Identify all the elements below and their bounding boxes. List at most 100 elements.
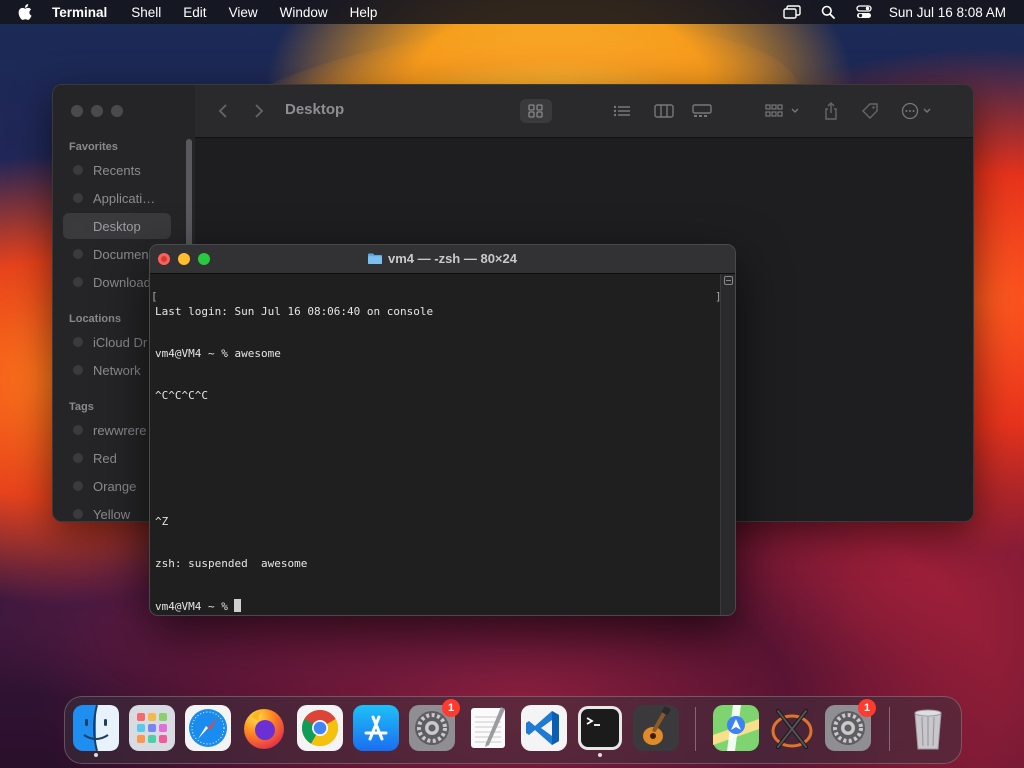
sidebar-item-label: Orange (93, 478, 137, 494)
group-by-icon[interactable] (763, 99, 803, 123)
sidebar-item-label: Download (93, 274, 151, 290)
menu-edit[interactable]: Edit (183, 5, 206, 20)
sidebar-section-tags: Tags (69, 401, 94, 413)
terminal-line: Last login: Sun Jul 16 08:06:40 on conso… (155, 305, 434, 318)
tag-dot-icon (73, 481, 83, 491)
terminal-titlebar[interactable]: vm4 — -zsh — 80×24 (150, 245, 735, 274)
back-chevron-icon[interactable] (213, 99, 233, 123)
dock-garageband[interactable] (633, 705, 679, 751)
finder-window-title: Desktop (285, 101, 345, 118)
terminal-prompt-line[interactable]: vm4@VM4 ~ % (155, 599, 720, 613)
dock-firefox[interactable] (241, 705, 287, 751)
tag-dot-icon (73, 509, 83, 519)
sidebar-item-label: Yellow (93, 506, 131, 522)
dock: 1 1 (64, 696, 962, 764)
finder-minimize-button[interactable] (91, 105, 103, 117)
finder-zoom-button[interactable] (111, 105, 123, 117)
column-view-icon[interactable] (651, 99, 677, 123)
download-icon (73, 277, 83, 287)
menu-app-name[interactable]: Terminal (52, 5, 107, 20)
sidebar-item-label: Red (93, 450, 117, 466)
finder-close-button[interactable] (71, 105, 83, 117)
chrome-icon (297, 705, 343, 751)
sidebar-item-applications[interactable]: Applicati… (63, 185, 171, 211)
notification-badge: 1 (442, 699, 460, 717)
dock-separator (889, 707, 890, 751)
spotlight-search-icon[interactable] (819, 4, 837, 20)
dock-textedit[interactable] (465, 705, 511, 751)
dock-vscode[interactable] (521, 705, 567, 751)
screen-mirroring-icon[interactable] (783, 4, 801, 20)
dock-maps[interactable] (713, 705, 759, 751)
tag-dot-icon (73, 453, 83, 463)
forward-chevron-icon[interactable] (249, 99, 269, 123)
list-view-icon[interactable] (609, 99, 635, 123)
sidebar-item-recents[interactable]: Recents (63, 157, 171, 183)
terminal-scrollbar[interactable] (720, 274, 735, 615)
sidebar-item-label: iCloud Dr (93, 334, 148, 350)
clock-icon (73, 165, 83, 175)
running-indicator (598, 753, 602, 757)
finder-icon (73, 705, 119, 751)
dock-finder[interactable] (73, 705, 119, 757)
dock-system-settings[interactable]: 1 (409, 699, 460, 751)
menu-view[interactable]: View (229, 5, 258, 20)
dock-app-store[interactable] (353, 705, 399, 751)
dock-terminal[interactable] (577, 705, 623, 757)
tag-icon[interactable] (859, 99, 881, 123)
terminal-line: zsh: suspended awesome (155, 557, 308, 570)
garageband-icon (633, 705, 679, 751)
folder-icon (368, 253, 382, 264)
split-pane-icon[interactable] (724, 276, 733, 285)
safari-icon (185, 705, 231, 751)
dock-xquartz[interactable] (769, 705, 815, 751)
dock-safari[interactable] (185, 705, 231, 751)
sidebar-item-label: Network (93, 362, 141, 378)
menu-bar: Terminal Shell Edit View Window Help Sun… (0, 0, 1024, 24)
more-actions-icon[interactable] (901, 99, 937, 123)
icon-view-grid-icon[interactable] (520, 99, 552, 123)
dock-trash[interactable] (905, 705, 951, 751)
notification-badge: 1 (858, 699, 876, 717)
vscode-icon (521, 705, 567, 751)
textedit-icon (471, 707, 505, 748)
share-icon[interactable] (821, 99, 841, 123)
dock-separator (695, 707, 696, 751)
terminal-line: vm4@VM4 ~ % awesome (155, 347, 281, 360)
gallery-view-icon[interactable] (689, 99, 715, 123)
terminal-output[interactable]: Last login: Sun Jul 16 08:06:40 on conso… (150, 274, 720, 615)
sidebar-item-desktop[interactable]: Desktop (63, 213, 171, 239)
sidebar-item-label: Documen (93, 246, 149, 262)
terminal-icon (578, 706, 622, 750)
document-icon (73, 249, 83, 259)
control-center-icon[interactable] (855, 4, 873, 20)
sidebar-section-favorites: Favorites (69, 141, 118, 153)
sidebar-item-label: Applicati… (93, 190, 156, 206)
desktop-icon (73, 221, 83, 231)
dock-launchpad[interactable] (129, 705, 175, 751)
menu-shell[interactable]: Shell (131, 5, 161, 20)
trash-icon (914, 709, 942, 750)
finder-window-controls (71, 105, 123, 117)
apple-menu-icon[interactable] (18, 4, 34, 20)
terminal-line: ^Z (155, 515, 169, 528)
terminal-line: ^C^C^C^C (155, 389, 208, 402)
xquartz-icon (771, 709, 813, 749)
tag-dot-icon (73, 425, 83, 435)
menu-bar-clock[interactable]: Sun Jul 16 8:08 AM (889, 5, 1006, 20)
sidebar-item-label: Recents (93, 162, 141, 178)
menu-window[interactable]: Window (280, 5, 328, 20)
terminal-title-text: vm4 — -zsh — 80×24 (388, 251, 517, 266)
finder-toolbar: Desktop (195, 85, 973, 138)
app-store-icon (353, 705, 399, 751)
terminal-window[interactable]: vm4 — -zsh — 80×24 [ ] Last login: Sun J… (149, 244, 736, 616)
dock-chrome[interactable] (297, 705, 343, 751)
sidebar-item-label: Desktop (93, 218, 141, 234)
maps-icon (713, 705, 759, 751)
terminal-prompt: vm4@VM4 ~ % (155, 600, 235, 613)
dock-system-preferences[interactable]: 1 (825, 699, 876, 751)
menu-help[interactable]: Help (350, 5, 378, 20)
running-indicator (94, 753, 98, 757)
terminal-title: vm4 — -zsh — 80×24 (150, 251, 735, 266)
